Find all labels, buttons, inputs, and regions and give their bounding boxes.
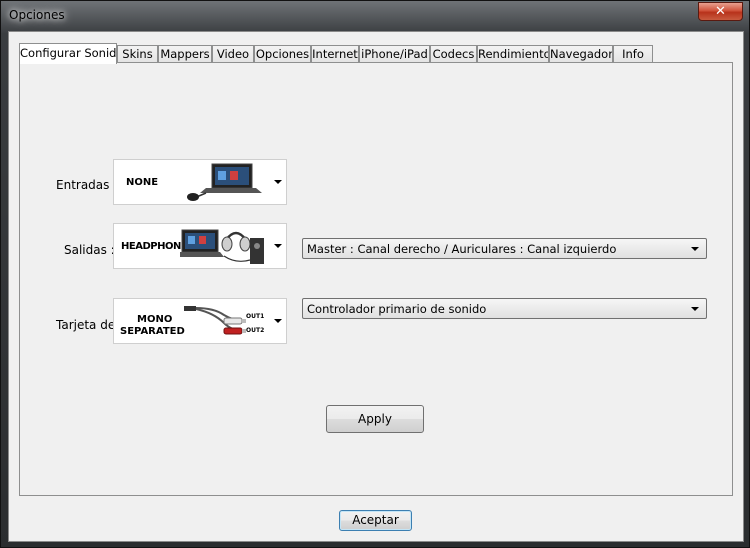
tab-codecs[interactable]: Codecs <box>430 45 477 63</box>
sound-card-dropdown[interactable]: Controlador primario de sonido <box>302 298 707 319</box>
tab-iphone-ipad[interactable]: iPhone/iPad <box>359 45 430 63</box>
tab-video[interactable]: Video <box>212 45 254 63</box>
sound-config-panel: Entradas : NONE Salidas : HEADPHONES Mas… <box>19 62 733 496</box>
card-label: Tarjeta de <box>56 318 116 332</box>
out1-label: OUT1 <box>246 313 265 320</box>
output-routing-dropdown[interactable]: Master : Canal derecho / Auriculares : C… <box>302 238 707 259</box>
tab-navegador[interactable]: Navegador <box>549 45 613 63</box>
dialog-client-area: Configurar Sonido Skins Mappers Video Op… <box>8 31 744 542</box>
tab-mappers[interactable]: Mappers <box>158 45 212 63</box>
close-icon: ✕ <box>715 4 726 19</box>
inputs-label: Entradas : <box>56 178 118 192</box>
laptop-headphones-icon <box>180 229 264 264</box>
chevron-down-icon <box>274 180 282 184</box>
tab-info[interactable]: Info <box>613 45 653 63</box>
outputs-device-combo[interactable]: HEADPHONES <box>113 223 287 269</box>
apply-button[interactable]: Apply <box>326 405 424 433</box>
output-routing-value: Master : Canal derecho / Auriculares : C… <box>307 242 617 256</box>
card-device-combo[interactable]: MONO SEPARATED OUT1 OUT2 <box>113 298 287 344</box>
laptop-none-icon <box>187 163 262 201</box>
chevron-down-icon <box>691 246 699 251</box>
outputs-label: Salidas : <box>64 243 115 257</box>
title-bar[interactable]: Opciones ✕ <box>1 1 749 31</box>
sound-card-value: Controlador primario de sonido <box>307 302 487 316</box>
inputs-device-combo[interactable]: NONE <box>113 159 287 205</box>
inputs-caption: NONE <box>126 177 159 188</box>
tab-skins[interactable]: Skins <box>117 45 158 63</box>
close-button[interactable]: ✕ <box>698 2 743 21</box>
tab-opciones[interactable]: Opciones <box>254 45 311 63</box>
split-cable-icon <box>184 306 246 335</box>
chevron-down-icon <box>691 306 699 311</box>
options-window: Opciones ✕ Configurar Sonido Skins Mappe… <box>0 0 750 548</box>
card-caption-line1: MONO <box>137 314 173 325</box>
tab-rendimiento[interactable]: Rendimiento <box>477 45 549 63</box>
accept-button[interactable]: Aceptar <box>339 510 412 531</box>
tab-internet[interactable]: Internet <box>311 45 359 63</box>
window-title: Opciones <box>9 8 65 22</box>
out2-label: OUT2 <box>246 327 265 334</box>
chevron-down-icon <box>274 319 282 323</box>
chevron-down-icon <box>274 244 282 248</box>
tab-configurar-sonido[interactable]: Configurar Sonido <box>19 43 117 64</box>
